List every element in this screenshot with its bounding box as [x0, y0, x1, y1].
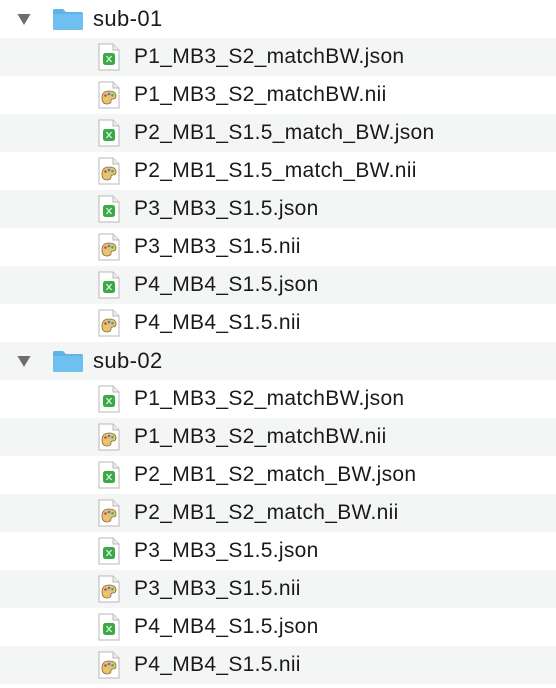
nii-file-icon [98, 651, 120, 679]
file-row[interactable]: P3_MB3_S1.5.nii [0, 228, 556, 266]
file-name: P2_MB1_S1.5_match_BW.nii [134, 159, 417, 182]
file-name: P3_MB3_S1.5.nii [134, 577, 301, 600]
file-name: P2_MB1_S1.5_match_BW.json [134, 121, 435, 144]
nii-file-icon [98, 499, 120, 527]
file-name: P4_MB4_S1.5.json [134, 273, 319, 296]
file-name: P4_MB4_S1.5.nii [134, 653, 301, 676]
json-file-icon [98, 43, 120, 71]
file-row[interactable]: P2_MB1_S1.5_match_BW.nii [0, 152, 556, 190]
file-name: P2_MB1_S2_match_BW.nii [134, 501, 399, 524]
folder-row[interactable]: sub-01 [0, 0, 556, 38]
file-row[interactable]: P3_MB3_S1.5.json [0, 190, 556, 228]
file-list: sub-01 P1_MB3_S2_matchBW.json P1_MB3_S2_ma… [0, 0, 556, 688]
folder-name: sub-02 [93, 348, 163, 373]
file-name: P4_MB4_S1.5.json [134, 615, 319, 638]
folder-icon [53, 9, 83, 30]
file-row[interactable]: P2_MB1_S2_match_BW.nii [0, 494, 556, 532]
file-row[interactable]: P4_MB4_S1.5.nii [0, 304, 556, 342]
json-file-icon [98, 271, 120, 299]
json-file-icon [98, 385, 120, 413]
json-file-icon [98, 119, 120, 147]
json-file-icon [98, 613, 120, 641]
file-row[interactable]: P1_MB3_S2_matchBW.json [0, 38, 556, 76]
file-name: P2_MB1_S2_match_BW.json [134, 463, 417, 486]
file-name: P3_MB3_S1.5.json [134, 197, 319, 220]
nii-file-icon [98, 423, 120, 451]
json-file-icon [98, 461, 120, 489]
file-row[interactable]: P4_MB4_S1.5.json [0, 266, 556, 304]
file-name: P1_MB3_S2_matchBW.json [134, 45, 405, 68]
file-row[interactable]: P4_MB4_S1.5.nii [0, 646, 556, 684]
disclosure-triangle-icon[interactable] [16, 11, 32, 27]
file-row[interactable]: P3_MB3_S1.5.json [0, 532, 556, 570]
file-row[interactable]: P4_MB4_S1.5.json [0, 608, 556, 646]
folder-icon [53, 351, 83, 372]
nii-file-icon [98, 309, 120, 337]
file-row[interactable]: P1_MB3_S2_matchBW.nii [0, 418, 556, 456]
file-name: P1_MB3_S2_matchBW.nii [134, 83, 387, 106]
nii-file-icon [98, 233, 120, 261]
disclosure-triangle-icon[interactable] [16, 353, 32, 369]
folder-name: sub-01 [93, 6, 163, 31]
file-row[interactable]: P2_MB1_S1.5_match_BW.json [0, 114, 556, 152]
file-row[interactable]: P2_MB1_S2_match_BW.json [0, 456, 556, 494]
file-name: P3_MB3_S1.5.json [134, 539, 319, 562]
file-name: P1_MB3_S2_matchBW.json [134, 387, 405, 410]
file-row[interactable]: P1_MB3_S2_matchBW.nii [0, 76, 556, 114]
folder-row[interactable]: sub-02 [0, 342, 556, 380]
nii-file-icon [98, 575, 120, 603]
file-name: P1_MB3_S2_matchBW.nii [134, 425, 387, 448]
file-name: P4_MB4_S1.5.nii [134, 311, 301, 334]
json-file-icon [98, 195, 120, 223]
file-name: P3_MB3_S1.5.nii [134, 235, 301, 258]
json-file-icon [98, 537, 120, 565]
nii-file-icon [98, 81, 120, 109]
file-row[interactable]: P1_MB3_S2_matchBW.json [0, 380, 556, 418]
file-row[interactable]: P3_MB3_S1.5.nii [0, 570, 556, 608]
nii-file-icon [98, 157, 120, 185]
